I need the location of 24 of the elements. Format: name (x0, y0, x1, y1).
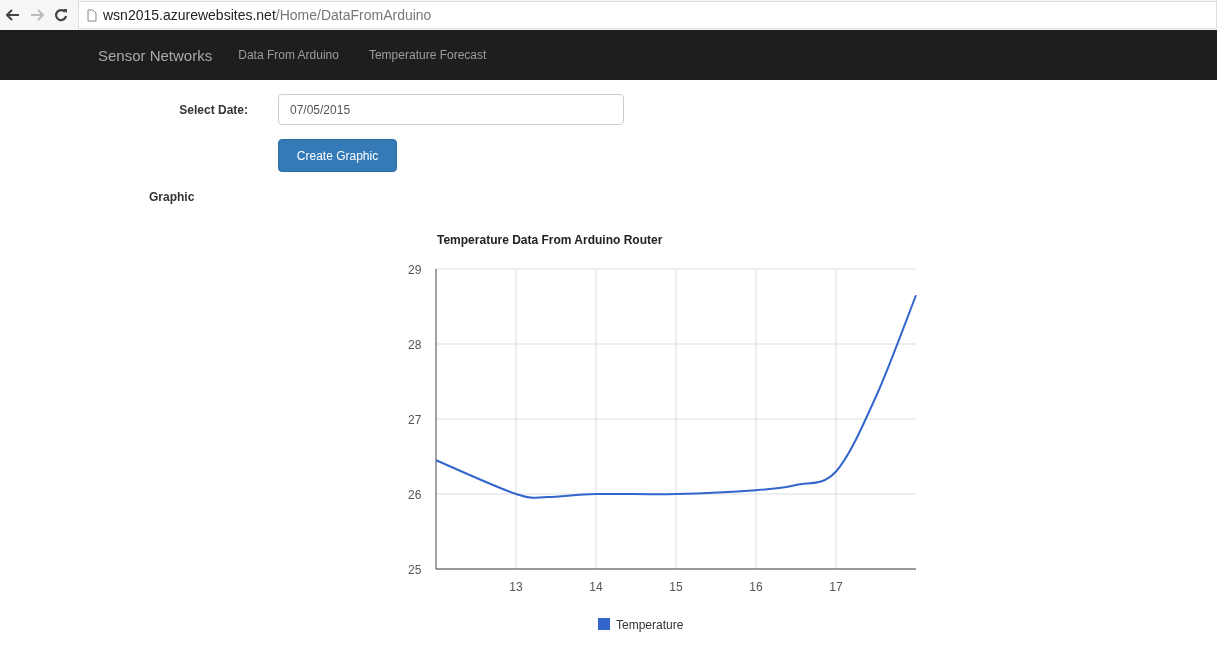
page-icon (87, 8, 97, 22)
nav-link[interactable]: Temperature Forecast (368, 48, 487, 62)
y-tick-label: 28 (408, 338, 422, 352)
date-field[interactable]: 07/05/2015 (278, 94, 624, 125)
y-tick-label: 27 (408, 413, 422, 427)
x-tick-label: 13 (509, 580, 523, 594)
back-icon[interactable] (6, 9, 20, 21)
x-tick-label: 17 (829, 580, 843, 594)
legend-label: Temperature (616, 618, 684, 632)
x-tick-label: 15 (669, 580, 683, 594)
nav-link[interactable]: Data From Arduino (238, 48, 339, 62)
x-tick-label: 16 (749, 580, 763, 594)
y-tick-label: 25 (408, 563, 422, 577)
section-title: Graphic (149, 190, 195, 204)
brand-link[interactable]: Sensor Networks (98, 46, 213, 64)
chart-title: Temperature Data From Arduino Router (437, 233, 663, 247)
address-bar[interactable]: wsn2015.azurewebsites.net/Home/DataFromArduino (78, 1, 1217, 29)
create-graphic-button[interactable]: Create Graphic (278, 139, 397, 172)
y-tick-label: 26 (408, 488, 422, 502)
reload-icon[interactable] (54, 8, 68, 22)
url-text: wsn2015.azurewebsites.net/Home/DataFromArduino (103, 7, 432, 23)
field-label: Select Date: (178, 102, 248, 117)
y-tick-label: 29 (408, 263, 422, 277)
x-tick-label: 14 (589, 580, 603, 594)
